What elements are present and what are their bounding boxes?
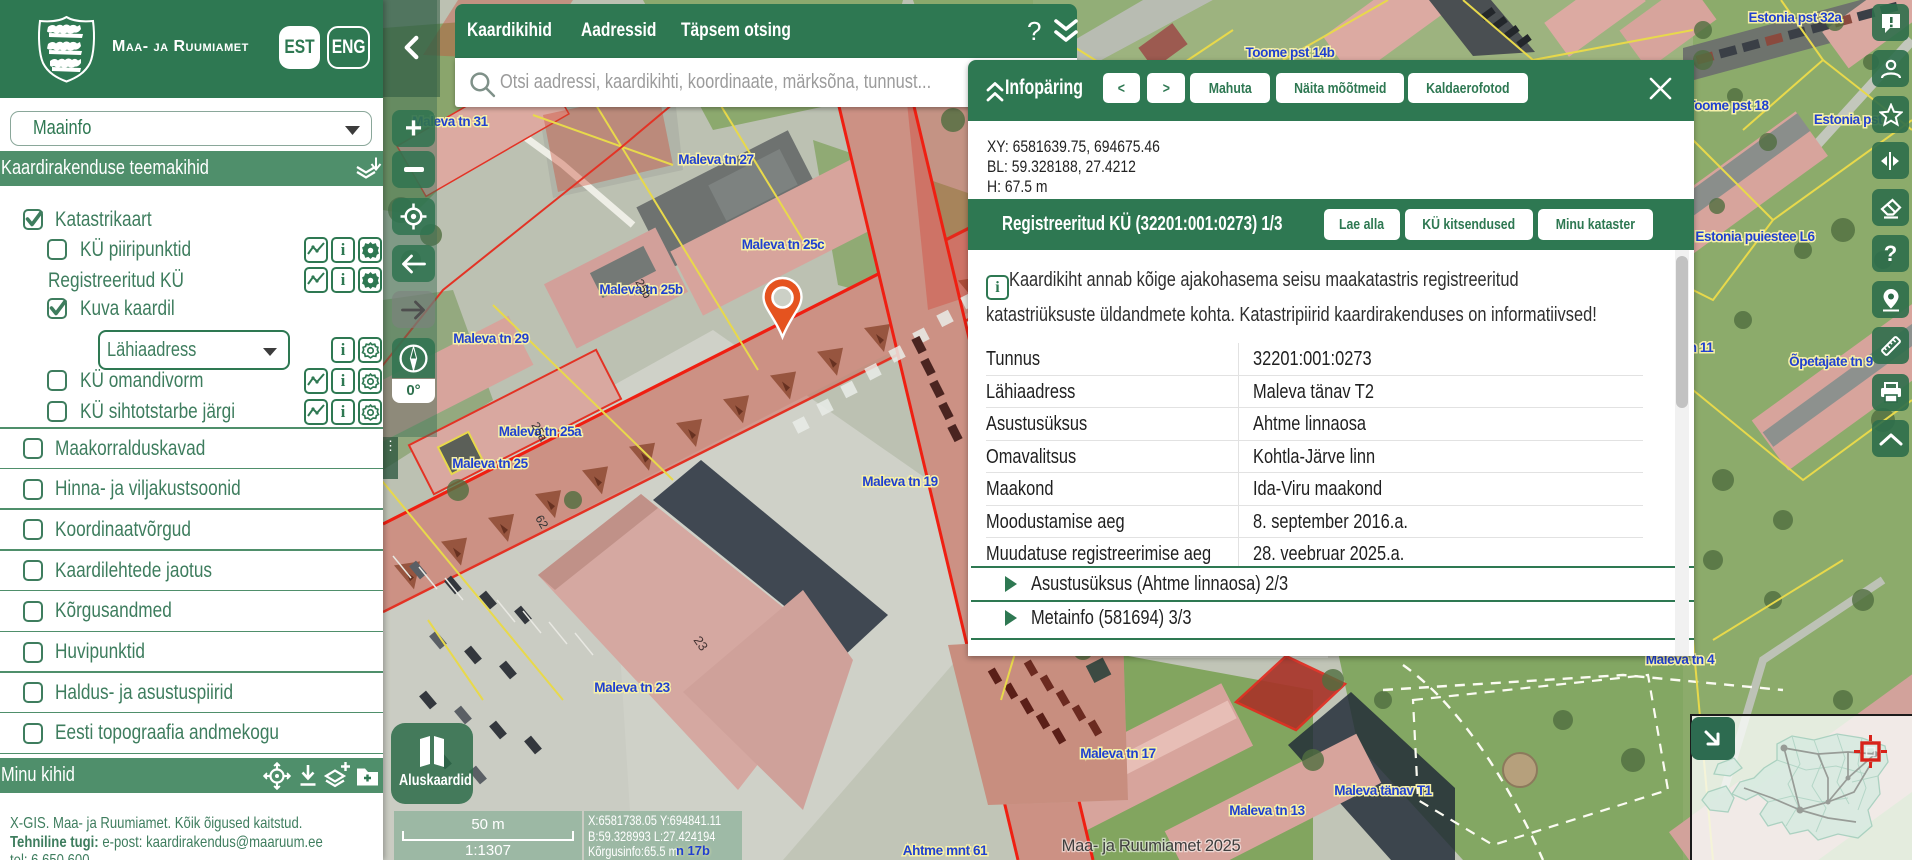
svg-text:Maleva tn 23: Maleva tn 23 [594, 680, 670, 695]
svg-text:Maa- ja Ruumiamet 2025: Maa- ja Ruumiamet 2025 [1062, 837, 1241, 855]
svg-text:Maleva tn 25: Maleva tn 25 [452, 456, 528, 471]
svg-text:Estonia puiestee L6: Estonia puiestee L6 [1695, 229, 1815, 244]
svg-text:Maleva tänav T1: Maleva tänav T1 [1334, 783, 1432, 798]
svg-text:Estonia pst 32a: Estonia pst 32a [1748, 10, 1842, 25]
svg-text:Toome pst 18: Toome pst 18 [1687, 98, 1769, 113]
svg-text:Toome pst 14b: Toome pst 14b [1245, 45, 1334, 60]
svg-text:Maleva tn 27: Maleva tn 27 [678, 152, 754, 167]
svg-text:Maleva tn 17: Maleva tn 17 [1080, 746, 1156, 761]
svg-text:Õpetajate tn 9: Õpetajate tn 9 [1789, 354, 1873, 369]
svg-text:Maleva tn 25c: Maleva tn 25c [742, 237, 825, 252]
svg-text:Maleva tn 19: Maleva tn 19 [862, 474, 938, 489]
svg-text:Maleva tn 13: Maleva tn 13 [1229, 803, 1305, 818]
svg-text:Ahtme mnt 61: Ahtme mnt 61 [903, 843, 988, 858]
svg-text:Maleva tn 29: Maleva tn 29 [453, 331, 529, 346]
